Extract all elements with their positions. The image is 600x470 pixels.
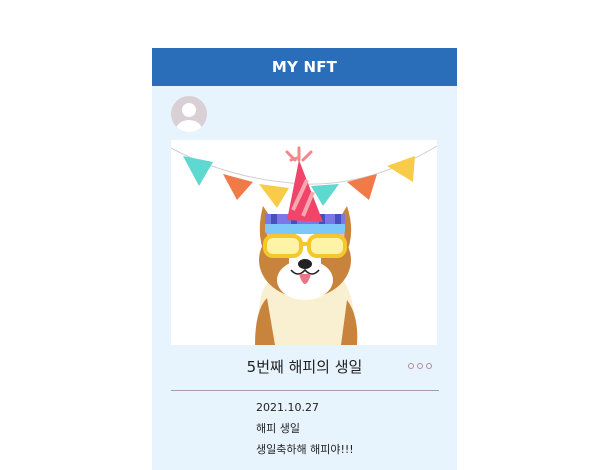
bunting-flag bbox=[259, 184, 289, 208]
nft-card-screen: MY NFT 5번째 해피의 생일 2021.10.27 해피 생일 생일축하해… bbox=[152, 48, 457, 470]
header-bar: MY NFT bbox=[152, 48, 457, 86]
page-title: MY NFT bbox=[271, 58, 338, 76]
nft-description: 생일축하해 해피야!!! bbox=[256, 443, 354, 456]
avatar-body-icon bbox=[176, 120, 202, 132]
divider bbox=[171, 390, 439, 391]
bunting-flag bbox=[183, 156, 213, 186]
bunting-flag bbox=[223, 174, 253, 200]
hat-pompom bbox=[285, 146, 313, 162]
nft-title-row: 5번째 해피의 생일 bbox=[152, 354, 457, 378]
party-glasses bbox=[263, 234, 303, 258]
more-dots-icon[interactable] bbox=[408, 361, 436, 371]
dog-nose bbox=[298, 259, 312, 269]
avatar[interactable] bbox=[171, 96, 207, 132]
nft-date: 2021.10.27 bbox=[256, 401, 319, 414]
nft-name: 해피 생일 bbox=[256, 422, 300, 435]
birthday-dog-illustration bbox=[171, 145, 437, 345]
nft-image[interactable] bbox=[171, 140, 437, 345]
avatar-head-icon bbox=[182, 103, 196, 117]
nft-info: 2021.10.27 해피 생일 생일축하해 해피야!!! bbox=[256, 400, 354, 463]
